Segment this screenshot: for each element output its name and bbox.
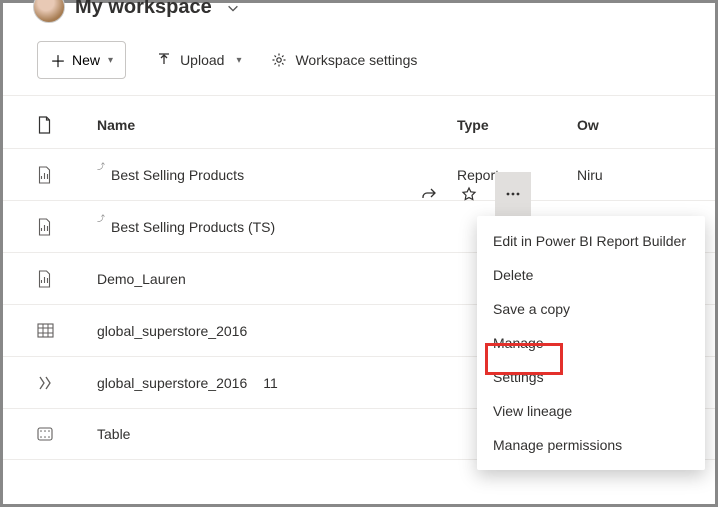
menu-edit-report-builder[interactable]: Edit in Power BI Report Builder (477, 224, 705, 258)
chevron-down-icon: ▾ (236, 55, 241, 66)
new-button-label: New (72, 52, 100, 68)
share-icon[interactable] (415, 180, 443, 208)
more-options-button[interactable] (495, 172, 531, 216)
upload-label: Upload (180, 52, 224, 68)
workspace-title: My workspace (75, 0, 212, 19)
report-icon (37, 270, 97, 288)
menu-manage[interactable]: Manage (477, 326, 705, 360)
excel-icon (37, 322, 97, 339)
avatar (33, 0, 65, 23)
report-icon (37, 218, 97, 236)
menu-delete[interactable]: Delete (477, 258, 705, 292)
upload-icon (156, 52, 172, 68)
column-type[interactable]: Type (457, 117, 577, 133)
upload-button[interactable]: Upload ▾ (156, 52, 241, 68)
column-name[interactable]: Name (97, 117, 457, 133)
gear-icon (271, 52, 287, 68)
report-icon (37, 166, 97, 184)
item-owner: Niru (577, 167, 697, 183)
context-menu: Edit in Power BI Report Builder Delete S… (477, 216, 705, 470)
menu-save-copy[interactable]: Save a copy (477, 292, 705, 326)
item-name: Demo_Lauren (97, 271, 186, 287)
plus-icon: ＋ (50, 48, 66, 72)
menu-settings[interactable]: Settings (477, 360, 705, 394)
favorite-icon[interactable] (455, 180, 483, 208)
item-name: Table (97, 426, 130, 442)
toolbar: ＋ New ▾ Upload ▾ Workspace settings (3, 27, 715, 95)
row-actions (415, 172, 531, 216)
chevron-down-icon: ▾ (108, 55, 113, 66)
workspace-settings-button[interactable]: Workspace settings (271, 52, 417, 68)
document-icon (37, 116, 53, 134)
item-count: 11 (263, 375, 278, 391)
item-name: global_superstore_2016 (97, 375, 247, 391)
item-name: global_superstore_2016 (97, 323, 247, 339)
item-name: Best Selling Products (TS) (111, 219, 275, 235)
chevron-down-icon[interactable] (226, 1, 240, 15)
menu-view-lineage[interactable]: View lineage (477, 394, 705, 428)
link-badge-icon: ⤴ (97, 161, 105, 172)
workspace-settings-label: Workspace settings (295, 52, 417, 68)
table-icon (37, 427, 97, 441)
dataflow-icon (37, 375, 97, 391)
link-badge-icon: ⤴ (97, 213, 105, 224)
table-header: Name Type Ow (3, 96, 715, 148)
menu-manage-permissions[interactable]: Manage permissions (477, 428, 705, 462)
column-owner[interactable]: Ow (577, 117, 697, 133)
item-name: Best Selling Products (111, 167, 244, 183)
new-button[interactable]: ＋ New ▾ (37, 41, 126, 79)
table-row[interactable]: ⤴ Best Selling Products Report Niru (3, 148, 715, 200)
